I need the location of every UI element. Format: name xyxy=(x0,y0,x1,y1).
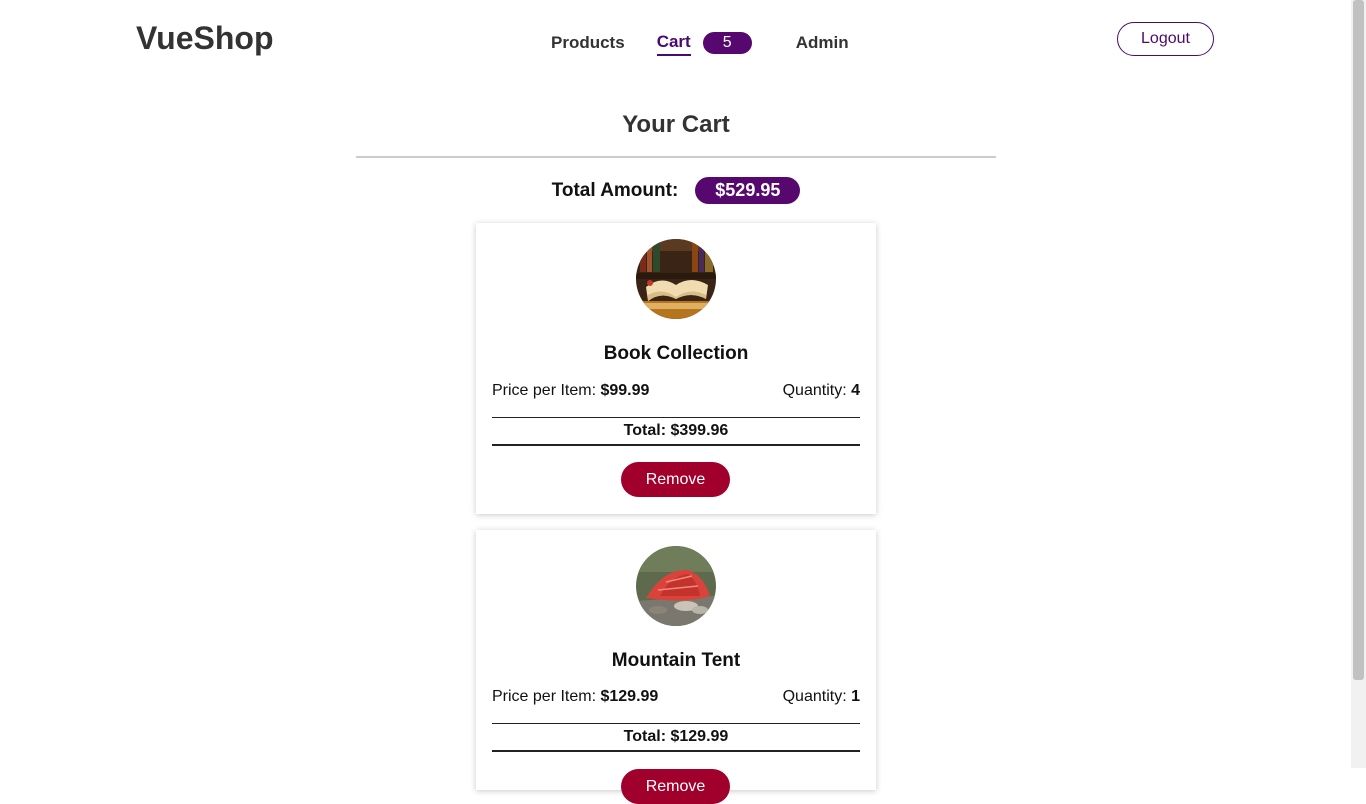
price-value: $99.99 xyxy=(600,382,650,399)
nav-admin-link[interactable]: Admin xyxy=(796,33,849,53)
page-title: Your Cart xyxy=(622,111,730,138)
quantity-label: Quantity: xyxy=(782,688,847,705)
price-label: Price per Item: xyxy=(492,688,597,705)
quantity-value: 1 xyxy=(851,688,860,705)
quantity-value: 4 xyxy=(851,382,860,399)
item-name: Mountain Tent xyxy=(611,650,741,671)
scrollbar-thumb[interactable] xyxy=(1353,0,1364,680)
remove-button[interactable]: Remove xyxy=(621,769,730,804)
price-per-item: Price per Item: $129.99 xyxy=(492,688,658,706)
item-line-total: Total: $399.96 xyxy=(492,417,860,446)
cart-item-card: Mountain Tent Price per Item: $129.99 Qu… xyxy=(476,530,876,804)
price-label: Price per Item: xyxy=(492,382,597,399)
total-amount-badge: $529.95 xyxy=(695,177,801,204)
brand-logo[interactable]: VueShop xyxy=(136,20,273,57)
cart-item-card: Book Collection Price per Item: $99.99 Q… xyxy=(476,223,876,514)
page-scrollbar[interactable] xyxy=(1351,0,1366,768)
price-value: $129.99 xyxy=(600,688,659,705)
top-navbar: VueShop Products Cart 5 Admin Logout xyxy=(0,0,1351,80)
mountain-tent-image xyxy=(636,546,716,626)
main-nav: Products Cart 5 Admin xyxy=(551,30,849,56)
quantity-label: Quantity: xyxy=(782,382,847,399)
quantity: Quantity: 1 xyxy=(783,688,860,706)
price-per-item: Price per Item: $99.99 xyxy=(492,382,649,400)
item-price-row: Price per Item: $99.99 Quantity: 4 xyxy=(492,382,860,400)
item-name: Book Collection xyxy=(603,343,749,364)
logout-button[interactable]: Logout xyxy=(1117,22,1214,56)
cart-count-badge: 5 xyxy=(702,32,752,54)
remove-button[interactable]: Remove xyxy=(621,462,730,497)
book-collection-image xyxy=(636,239,716,319)
nav-products-link[interactable]: Products xyxy=(551,33,625,53)
nav-cart-link[interactable]: Cart xyxy=(656,32,691,56)
cart-total-row: Total Amount: $529.95 xyxy=(356,177,996,204)
item-line-total: Total: $129.99 xyxy=(492,723,860,752)
title-divider xyxy=(356,156,996,158)
total-amount-label: Total Amount: xyxy=(551,179,679,201)
quantity: Quantity: 4 xyxy=(783,382,860,400)
item-price-row: Price per Item: $129.99 Quantity: 1 xyxy=(492,688,860,706)
